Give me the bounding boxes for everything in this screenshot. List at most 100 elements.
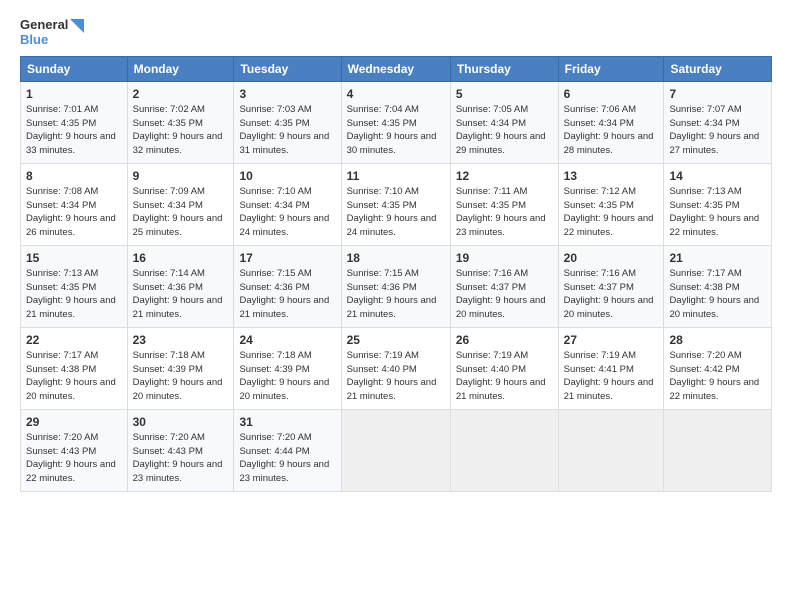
col-tuesday: Tuesday: [234, 56, 341, 81]
calendar-cell: 8 Sunrise: 7:08 AMSunset: 4:34 PMDaylight…: [21, 163, 128, 245]
calendar-cell: 24 Sunrise: 7:18 AMSunset: 4:39 PMDayligh…: [234, 327, 341, 409]
calendar-cell: [450, 409, 558, 491]
calendar-cell: 19Sunrise: 7:16 AMSunset: 4:37 PMDayligh…: [450, 245, 558, 327]
day-number: 30: [133, 414, 229, 430]
day-number: 17: [239, 250, 335, 266]
calendar-cell: 10 Sunrise: 7:10 AMSunset: 4:34 PMDayligh…: [234, 163, 341, 245]
calendar-cell: 3Sunrise: 7:03 AMSunset: 4:35 PMDaylight…: [234, 81, 341, 163]
calendar-cell: 17 Sunrise: 7:15 AMSunset: 4:36 PMDayligh…: [234, 245, 341, 327]
day-info: Sunrise: 7:19 AMSunset: 4:41 PMDaylight:…: [564, 350, 654, 402]
day-info: Sunrise: 7:20 AMSunset: 4:42 PMDaylight:…: [669, 350, 759, 402]
day-number: 11: [347, 168, 445, 184]
day-number: 7: [669, 86, 766, 102]
day-info: Sunrise: 7:16 AMSunset: 4:37 PMDaylight:…: [456, 268, 546, 320]
col-saturday: Saturday: [664, 56, 772, 81]
day-info: Sunrise: 7:15 AMSunset: 4:36 PMDaylight:…: [347, 268, 437, 320]
day-number: 5: [456, 86, 553, 102]
calendar-cell: 9 Sunrise: 7:09 AMSunset: 4:34 PMDaylight…: [127, 163, 234, 245]
day-number: 18: [347, 250, 445, 266]
day-info: Sunrise: 7:16 AMSunset: 4:37 PMDaylight:…: [564, 268, 654, 320]
day-number: 6: [564, 86, 659, 102]
day-info: Sunrise: 7:07 AMSunset: 4:34 PMDaylight:…: [669, 104, 759, 156]
calendar-cell: [341, 409, 450, 491]
calendar-cell: 1 Sunrise: 7:01 AMSunset: 4:35 PMDaylight…: [21, 81, 128, 163]
header-row: Sunday Monday Tuesday Wednesday Thursday…: [21, 56, 772, 81]
calendar-week-1: 1 Sunrise: 7:01 AMSunset: 4:35 PMDaylight…: [21, 81, 772, 163]
page: General Blue Sunday Monday Tuesday Wedne…: [0, 0, 792, 612]
day-info: Sunrise: 7:10 AMSunset: 4:35 PMDaylight:…: [347, 186, 437, 238]
day-number: 24: [239, 332, 335, 348]
day-info: Sunrise: 7:14 AMSunset: 4:36 PMDaylight:…: [133, 268, 223, 320]
day-number: 28: [669, 332, 766, 348]
calendar-cell: [558, 409, 664, 491]
day-info: Sunrise: 7:19 AMSunset: 4:40 PMDaylight:…: [456, 350, 546, 402]
day-number: 20: [564, 250, 659, 266]
calendar-cell: 13 Sunrise: 7:12 AMSunset: 4:35 PMDayligh…: [558, 163, 664, 245]
day-info: Sunrise: 7:01 AMSunset: 4:35 PMDaylight:…: [26, 104, 116, 156]
calendar-cell: [664, 409, 772, 491]
col-friday: Friday: [558, 56, 664, 81]
day-number: 22: [26, 332, 122, 348]
calendar-cell: 20 Sunrise: 7:16 AMSunset: 4:37 PMDayligh…: [558, 245, 664, 327]
day-number: 21: [669, 250, 766, 266]
logo: General Blue: [20, 18, 84, 48]
calendar-cell: 21 Sunrise: 7:17 AMSunset: 4:38 PMDayligh…: [664, 245, 772, 327]
calendar-cell: 12 Sunrise: 7:11 AMSunset: 4:35 PMDayligh…: [450, 163, 558, 245]
calendar-week-2: 8 Sunrise: 7:08 AMSunset: 4:34 PMDaylight…: [21, 163, 772, 245]
day-number: 25: [347, 332, 445, 348]
calendar-cell: 11 Sunrise: 7:10 AMSunset: 4:35 PMDayligh…: [341, 163, 450, 245]
calendar-cell: 30 Sunrise: 7:20 AMSunset: 4:43 PMDayligh…: [127, 409, 234, 491]
calendar-cell: 31Sunrise: 7:20 AMSunset: 4:44 PMDayligh…: [234, 409, 341, 491]
calendar-cell: 14 Sunrise: 7:13 AMSunset: 4:35 PMDayligh…: [664, 163, 772, 245]
calendar-week-3: 15Sunrise: 7:13 AMSunset: 4:35 PMDayligh…: [21, 245, 772, 327]
day-info: Sunrise: 7:12 AMSunset: 4:35 PMDaylight:…: [564, 186, 654, 238]
calendar-cell: 28 Sunrise: 7:20 AMSunset: 4:42 PMDayligh…: [664, 327, 772, 409]
col-monday: Monday: [127, 56, 234, 81]
day-info: Sunrise: 7:11 AMSunset: 4:35 PMDaylight:…: [456, 186, 546, 238]
day-info: Sunrise: 7:10 AMSunset: 4:34 PMDaylight:…: [239, 186, 329, 238]
day-number: 12: [456, 168, 553, 184]
day-info: Sunrise: 7:18 AMSunset: 4:39 PMDaylight:…: [239, 350, 329, 402]
day-number: 1: [26, 86, 122, 102]
col-thursday: Thursday: [450, 56, 558, 81]
day-number: 23: [133, 332, 229, 348]
day-info: Sunrise: 7:17 AMSunset: 4:38 PMDaylight:…: [669, 268, 759, 320]
calendar-cell: 26 Sunrise: 7:19 AMSunset: 4:40 PMDayligh…: [450, 327, 558, 409]
day-info: Sunrise: 7:05 AMSunset: 4:34 PMDaylight:…: [456, 104, 546, 156]
day-info: Sunrise: 7:18 AMSunset: 4:39 PMDaylight:…: [133, 350, 223, 402]
calendar-body: 1 Sunrise: 7:01 AMSunset: 4:35 PMDaylight…: [21, 81, 772, 491]
day-info: Sunrise: 7:02 AMSunset: 4:35 PMDaylight:…: [133, 104, 223, 156]
calendar-table: Sunday Monday Tuesday Wednesday Thursday…: [20, 56, 772, 492]
day-info: Sunrise: 7:20 AMSunset: 4:43 PMDaylight:…: [26, 432, 116, 484]
calendar-cell: 5 Sunrise: 7:05 AMSunset: 4:34 PMDaylight…: [450, 81, 558, 163]
day-info: Sunrise: 7:20 AMSunset: 4:43 PMDaylight:…: [133, 432, 223, 484]
day-info: Sunrise: 7:04 AMSunset: 4:35 PMDaylight:…: [347, 104, 437, 156]
day-number: 8: [26, 168, 122, 184]
day-info: Sunrise: 7:17 AMSunset: 4:38 PMDaylight:…: [26, 350, 116, 402]
calendar-cell: 6 Sunrise: 7:06 AMSunset: 4:34 PMDaylight…: [558, 81, 664, 163]
logo-text: General Blue: [20, 18, 84, 48]
day-number: 15: [26, 250, 122, 266]
calendar-cell: 22 Sunrise: 7:17 AMSunset: 4:38 PMDayligh…: [21, 327, 128, 409]
day-number: 2: [133, 86, 229, 102]
calendar-cell: 18 Sunrise: 7:15 AMSunset: 4:36 PMDayligh…: [341, 245, 450, 327]
day-number: 10: [239, 168, 335, 184]
day-info: Sunrise: 7:20 AMSunset: 4:44 PMDaylight:…: [239, 432, 329, 484]
calendar-cell: 23 Sunrise: 7:18 AMSunset: 4:39 PMDayligh…: [127, 327, 234, 409]
calendar-cell: 2 Sunrise: 7:02 AMSunset: 4:35 PMDaylight…: [127, 81, 234, 163]
day-number: 9: [133, 168, 229, 184]
day-info: Sunrise: 7:15 AMSunset: 4:36 PMDaylight:…: [239, 268, 329, 320]
calendar-cell: 7 Sunrise: 7:07 AMSunset: 4:34 PMDaylight…: [664, 81, 772, 163]
calendar-cell: 4Sunrise: 7:04 AMSunset: 4:35 PMDaylight…: [341, 81, 450, 163]
day-info: Sunrise: 7:08 AMSunset: 4:34 PMDaylight:…: [26, 186, 116, 238]
day-number: 14: [669, 168, 766, 184]
day-number: 13: [564, 168, 659, 184]
day-info: Sunrise: 7:03 AMSunset: 4:35 PMDaylight:…: [239, 104, 329, 156]
day-number: 27: [564, 332, 659, 348]
day-info: Sunrise: 7:06 AMSunset: 4:34 PMDaylight:…: [564, 104, 654, 156]
day-number: 26: [456, 332, 553, 348]
day-info: Sunrise: 7:09 AMSunset: 4:34 PMDaylight:…: [133, 186, 223, 238]
header: General Blue: [20, 18, 772, 48]
calendar-cell: 25Sunrise: 7:19 AMSunset: 4:40 PMDayligh…: [341, 327, 450, 409]
day-info: Sunrise: 7:13 AMSunset: 4:35 PMDaylight:…: [669, 186, 759, 238]
